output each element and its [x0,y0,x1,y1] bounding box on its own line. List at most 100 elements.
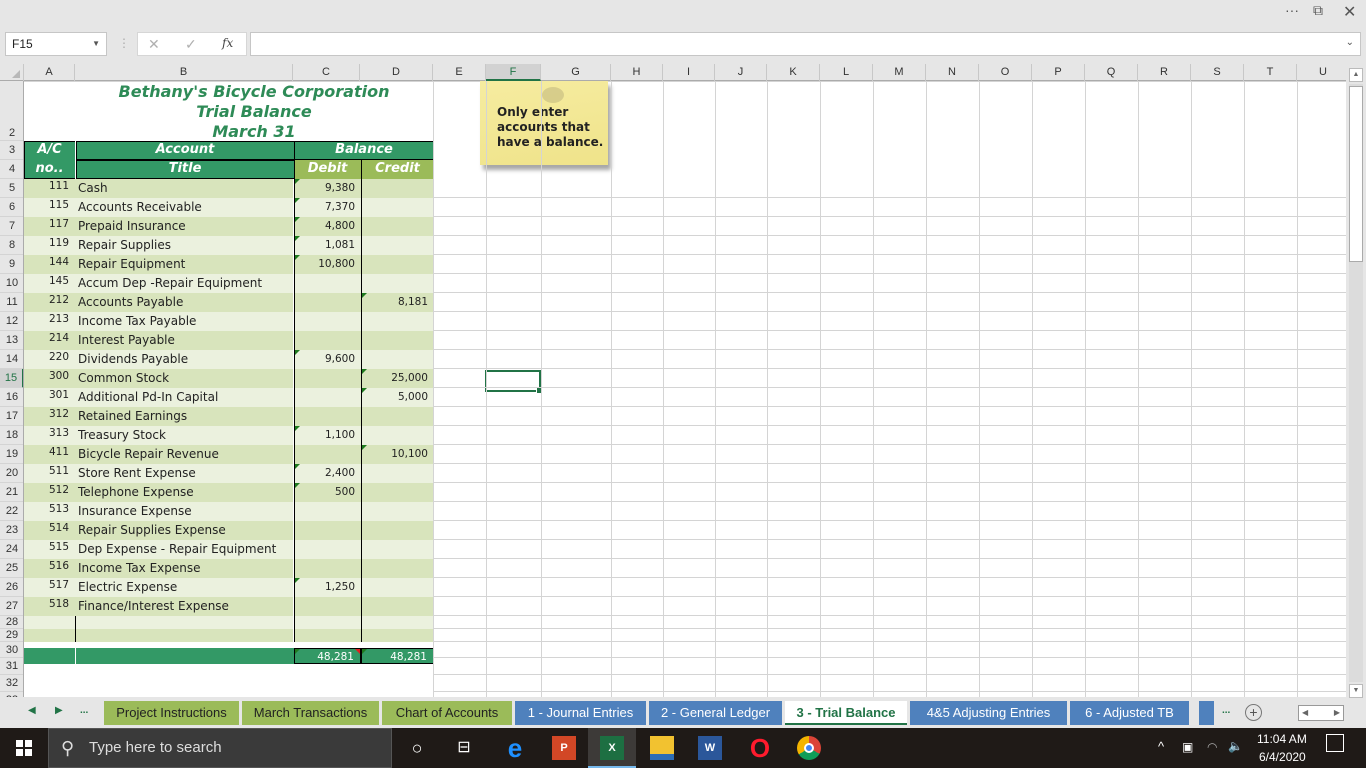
column-header-J[interactable]: J [715,64,767,81]
row-header-27[interactable]: 27 [0,597,23,616]
account-title[interactable]: Interest Payable [75,331,293,350]
account-number[interactable]: 119 [24,236,75,255]
sheet-tab[interactable]: 4&5 Adjusting Entries [910,701,1067,725]
taskbar-search[interactable]: ⚲ Type here to search [48,728,392,768]
column-header-M[interactable]: M [873,64,926,81]
account-number[interactable]: 214 [24,331,75,350]
debit-cell[interactable] [294,331,361,350]
account-title[interactable]: Accounts Payable [75,293,293,312]
row-header-19[interactable]: 19 [0,445,23,464]
account-number[interactable]: 312 [24,407,75,426]
credit-cell[interactable] [361,629,434,642]
account-title[interactable]: Repair Supplies Expense [75,521,293,540]
account-title[interactable]: Treasury Stock [75,426,293,445]
row-header-18[interactable]: 18 [0,426,23,445]
account-title[interactable]: Repair Supplies [75,236,293,255]
scroll-up-icon[interactable]: ▲ [1349,68,1363,82]
credit-cell[interactable] [361,483,434,502]
scroll-thumb[interactable] [1349,86,1363,262]
insert-function-icon[interactable]: fx [222,36,233,50]
account-number[interactable]: 220 [24,350,75,369]
row-header-30[interactable]: 30 [0,642,23,658]
account-number[interactable]: 111 [24,179,75,198]
debit-cell[interactable] [294,445,361,464]
account-number[interactable]: 511 [24,464,75,483]
opera-icon[interactable]: O [748,735,772,761]
credit-cell[interactable] [361,255,434,274]
sticky-note[interactable]: Only enter accounts that have a balance. [480,81,608,165]
account-number[interactable]: 115 [24,198,75,217]
word-icon[interactable]: W [698,736,722,760]
row-header-17[interactable]: 17 [0,407,23,426]
debit-cell[interactable]: 1,250 [294,578,361,597]
row-header-13[interactable]: 13 [0,331,23,350]
close-icon[interactable]: ✕ [1343,2,1356,22]
account-number[interactable]: 516 [24,559,75,578]
column-header-D[interactable]: D [360,64,433,81]
credit-cell[interactable] [361,540,434,559]
account-title[interactable]: Common Stock [75,369,293,388]
row-header-3[interactable]: 3 [0,141,23,160]
row-header-10[interactable]: 10 [0,274,23,293]
credit-cell[interactable]: 25,000 [361,369,434,388]
debit-cell[interactable] [294,502,361,521]
more-options-icon[interactable]: ··· [1285,2,1299,18]
restore-icon[interactable]: ⧉ [1313,2,1323,19]
total-credit[interactable]: 48,281 [361,648,434,664]
row-header-21[interactable]: 21 [0,483,23,502]
account-number[interactable]: 212 [24,293,75,312]
scroll-right-icon[interactable]: ▶ [1334,708,1340,717]
sheet-tab[interactable]: 1 - Journal Entries [515,701,646,725]
account-number[interactable]: 313 [24,426,75,445]
column-header-K[interactable]: K [767,64,820,81]
network-battery-icon[interactable]: ▣ [1182,740,1193,754]
account-title[interactable]: Telephone Expense [75,483,293,502]
debit-cell[interactable]: 2,400 [294,464,361,483]
row-header-2[interactable]: 2 [0,81,23,141]
debit-cell[interactable]: 1,100 [294,426,361,445]
selected-cell[interactable] [485,370,543,394]
sheet-tab[interactable]: 3 - Trial Balance [785,701,907,725]
horizontal-scrollbar[interactable]: ◀ ▶ [1298,705,1344,721]
account-number[interactable]: 517 [24,578,75,597]
scroll-left-icon[interactable]: ◀ [1302,708,1308,717]
debit-cell[interactable] [294,540,361,559]
account-title[interactable]: Income Tax Expense [75,559,293,578]
column-header-Q[interactable]: Q [1085,64,1138,81]
account-title[interactable]: Cash [75,179,293,198]
account-title[interactable]: Accum Dep -Repair Equipment [75,274,293,293]
debit-cell[interactable]: 500 [294,483,361,502]
cortana-icon[interactable]: ○ [405,736,429,760]
task-view-icon[interactable]: ⊟ [452,736,476,760]
vertical-scrollbar[interactable]: ▲ ▼ [1346,64,1366,698]
column-header-L[interactable]: L [820,64,873,81]
row-header-5[interactable]: 5 [0,179,23,198]
account-number[interactable]: 515 [24,540,75,559]
row-header-23[interactable]: 23 [0,521,23,540]
column-header-B[interactable]: B [75,64,293,81]
account-title[interactable]: Income Tax Payable [75,312,293,331]
row-header-12[interactable]: 12 [0,312,23,331]
credit-cell[interactable] [361,350,434,369]
next-sheet-icon[interactable]: ▶ [55,705,63,716]
add-sheet-button[interactable]: + [1245,704,1262,721]
row-header-31[interactable]: 31 [0,658,23,675]
debit-cell[interactable]: 4,800 [294,217,361,236]
credit-cell[interactable] [361,198,434,217]
name-box[interactable]: F15 ▼ [5,32,107,56]
powerpoint-icon[interactable]: P [552,736,576,760]
row-header-25[interactable]: 25 [0,559,23,578]
column-header-T[interactable]: T [1244,64,1297,81]
enter-icon[interactable]: ✓ [185,36,197,53]
column-header-I[interactable]: I [663,64,715,81]
column-header-O[interactable]: O [979,64,1032,81]
row-header-7[interactable]: 7 [0,217,23,236]
clock-date[interactable]: 6/4/2020 [1259,750,1306,764]
file-explorer-icon[interactable] [650,736,674,760]
row-header-11[interactable]: 11 [0,293,23,312]
row-header-29[interactable]: 29 [0,629,23,642]
account-title[interactable]: Repair Equipment [75,255,293,274]
column-header-R[interactable]: R [1138,64,1191,81]
credit-cell[interactable] [361,521,434,540]
total-debit[interactable]: 48,281 [294,648,361,664]
